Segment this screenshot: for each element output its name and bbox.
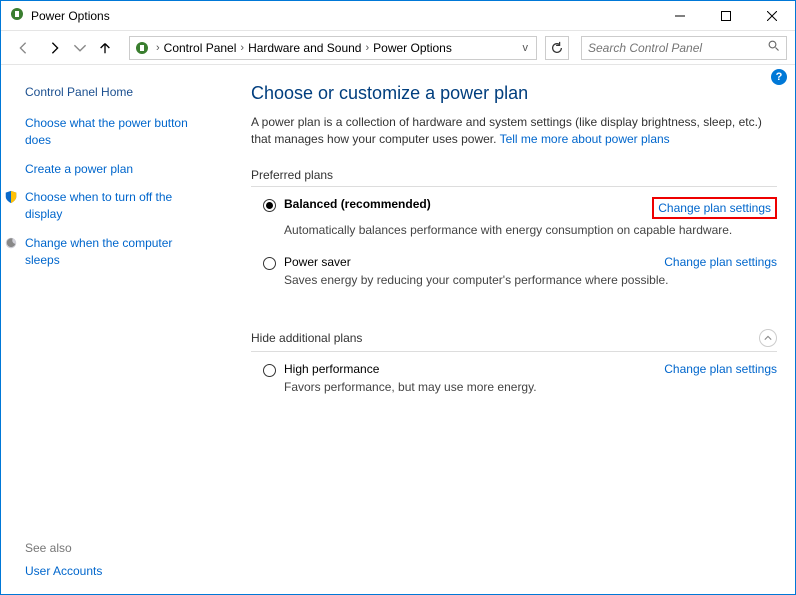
breadcrumb-icon: [134, 40, 150, 56]
breadcrumb[interactable]: › Control Panel › Hardware and Sound › P…: [129, 36, 537, 60]
sidebar-link-label: Choose when to turn off the display: [25, 189, 207, 223]
search-icon: [768, 40, 780, 55]
sidebar-link-label: Choose what the power button does: [25, 115, 207, 149]
plan-title: High performance: [284, 362, 379, 376]
shield-icon: [3, 189, 19, 205]
plan-radio-balanced[interactable]: [263, 199, 276, 212]
sidebar-link-turn-off-display[interactable]: Choose when to turn off the display: [25, 189, 207, 223]
plan-title: Balanced (recommended): [284, 197, 431, 211]
page-intro: A power plan is a collection of hardware…: [251, 114, 777, 148]
main-panel: ? Choose or customize a power plan A pow…: [221, 65, 795, 594]
plan-high-performance: High performance Change plan settings Fa…: [251, 362, 777, 394]
see-also-user-accounts[interactable]: User Accounts: [25, 563, 102, 580]
window-controls: [657, 1, 795, 31]
breadcrumb-dropdown[interactable]: v: [519, 42, 533, 54]
search-box[interactable]: [581, 36, 787, 60]
plan-balanced: Balanced (recommended) Change plan setti…: [251, 197, 777, 237]
back-button[interactable]: [9, 36, 37, 60]
navbar: › Control Panel › Hardware and Sound › P…: [1, 31, 795, 65]
plan-radio-high-performance[interactable]: [263, 364, 276, 377]
control-panel-home-link[interactable]: Control Panel Home: [25, 85, 207, 99]
page-heading: Choose or customize a power plan: [251, 83, 777, 104]
content-area: Control Panel Home Choose what the power…: [1, 65, 795, 594]
chevron-right-icon: ›: [361, 42, 373, 54]
close-button[interactable]: [749, 1, 795, 31]
moon-icon: [3, 235, 19, 251]
chevron-up-icon[interactable]: [759, 329, 777, 347]
help-icon[interactable]: ?: [771, 69, 787, 85]
minimize-button[interactable]: [657, 1, 703, 31]
intro-link[interactable]: Tell me more about power plans: [500, 132, 670, 146]
app-icon: [9, 6, 25, 25]
section-header-label: Hide additional plans: [251, 331, 362, 345]
refresh-button[interactable]: [545, 36, 569, 60]
preferred-plans-header: Preferred plans: [251, 168, 777, 187]
search-input[interactable]: [588, 41, 780, 55]
highlight-annotation: Change plan settings: [652, 197, 777, 219]
window-title: Power Options: [25, 9, 657, 23]
see-also-header: See also: [25, 541, 102, 555]
plan-radio-power-saver[interactable]: [263, 257, 276, 270]
chevron-right-icon: ›: [152, 42, 164, 54]
see-also-link-label: User Accounts: [25, 563, 102, 580]
titlebar: Power Options: [1, 1, 795, 31]
maximize-button[interactable]: [703, 1, 749, 31]
sidebar: Control Panel Home Choose what the power…: [1, 65, 221, 594]
sidebar-link-create-plan[interactable]: Create a power plan: [25, 161, 207, 178]
forward-button[interactable]: [41, 36, 69, 60]
breadcrumb-item[interactable]: Hardware and Sound: [248, 41, 361, 55]
sidebar-link-label: Create a power plan: [25, 161, 133, 178]
plan-title: Power saver: [284, 255, 351, 269]
breadcrumb-item[interactable]: Control Panel: [164, 41, 237, 55]
plan-desc: Automatically balances performance with …: [284, 223, 777, 237]
see-also-section: See also User Accounts: [25, 541, 102, 580]
sidebar-link-label: Change when the computer sleeps: [25, 235, 207, 269]
recent-dropdown[interactable]: [73, 36, 87, 60]
plan-power-saver: Power saver Change plan settings Saves e…: [251, 255, 777, 287]
sidebar-link-computer-sleeps[interactable]: Change when the computer sleeps: [25, 235, 207, 269]
sidebar-link-power-button[interactable]: Choose what the power button does: [25, 115, 207, 149]
hide-additional-header[interactable]: Hide additional plans: [251, 329, 777, 352]
chevron-right-icon: ›: [236, 42, 248, 54]
change-plan-settings-link[interactable]: Change plan settings: [658, 201, 771, 215]
change-plan-settings-link[interactable]: Change plan settings: [664, 362, 777, 376]
plan-desc: Saves energy by reducing your computer's…: [284, 273, 777, 287]
plan-desc: Favors performance, but may use more ene…: [284, 380, 777, 394]
change-plan-settings-link[interactable]: Change plan settings: [664, 255, 777, 269]
breadcrumb-item[interactable]: Power Options: [373, 41, 452, 55]
up-button[interactable]: [91, 36, 119, 60]
section-header-label: Preferred plans: [251, 168, 333, 182]
